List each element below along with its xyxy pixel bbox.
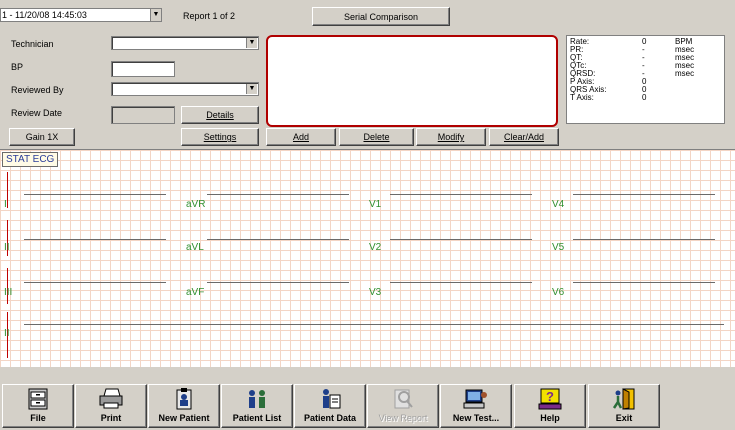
new-test-monitor-icon [463, 389, 487, 409]
patient-data-icon [323, 389, 341, 409]
exit-door-icon [612, 388, 635, 410]
file-button[interactable]: File [2, 384, 74, 428]
print-label: Print [100, 413, 122, 423]
lead-label-v2: V2 [369, 242, 382, 253]
bp-label: BP [11, 62, 24, 72]
top-bar: 1 - 11/20/08 14:45:03 ▼ Report 1 of 2 Se… [0, 5, 735, 26]
settings-label: Settings [203, 132, 237, 142]
serial-comparison-button[interactable]: Serial Comparison [312, 7, 450, 26]
technician-label: Technician [11, 39, 54, 49]
lead-label-v4: V4 [552, 199, 565, 210]
review-date-field [111, 106, 175, 124]
printer-icon [99, 388, 123, 409]
ecg-trace [573, 194, 715, 195]
exit-button[interactable]: Exit [588, 384, 660, 428]
new-patient-label: New Patient [158, 413, 210, 423]
delete-button[interactable]: Delete [339, 128, 414, 146]
reviewed-by-label: Reviewed By [11, 85, 64, 95]
technician-select[interactable]: ▼ [111, 36, 259, 50]
help-icon: ? [538, 388, 562, 410]
patient-list-label: Patient List [232, 413, 282, 423]
measurement-row: Rate: 0 BPM [570, 37, 693, 46]
settings-button[interactable]: Settings [181, 128, 259, 146]
lead-label-avr: aVR [186, 199, 206, 210]
measurement-row: T Axis: 0 [570, 93, 647, 102]
new-test-button[interactable]: New Test... [440, 384, 512, 428]
exit-label: Exit [615, 413, 633, 423]
new-patient-button[interactable]: New Patient [148, 384, 220, 428]
bottom-toolbar: File Print New Patient Patient List Pati… [0, 372, 735, 430]
chevron-down-icon[interactable]: ▼ [246, 84, 257, 94]
add-label: Add [292, 132, 309, 142]
details-label: Details [206, 110, 234, 120]
ecg-trace [24, 282, 166, 283]
help-label: Help [540, 413, 560, 423]
view-report-icon [394, 389, 413, 409]
new-test-label: New Test... [452, 413, 500, 423]
chevron-down-icon[interactable]: ▼ [150, 9, 161, 21]
help-button[interactable]: ? Help [514, 384, 586, 428]
gain-button[interactable]: Gain 1X [9, 128, 75, 146]
lead-label-i: I [4, 199, 7, 210]
ecg-trace [390, 194, 532, 195]
lead-label-v6: V6 [552, 287, 565, 298]
ecg-trace [207, 282, 349, 283]
report-select-value: 1 - 11/20/08 14:45:03 [2, 10, 87, 20]
view-report-button[interactable]: View Report [367, 384, 439, 428]
modify-button[interactable]: Modify [416, 128, 486, 146]
ecg-trace [390, 282, 532, 283]
details-button[interactable]: Details [181, 106, 259, 124]
report-select[interactable]: 1 - 11/20/08 14:45:03 ▼ [0, 8, 162, 22]
measurements-panel: Rate: 0 BPM PR: - msec QT: - msec QTc: - msec QR… [566, 35, 725, 124]
ecg-trace [207, 194, 349, 195]
chevron-down-icon[interactable]: ▼ [246, 38, 257, 48]
file-cabinet-icon [28, 388, 48, 410]
modify-label: Modify [437, 132, 465, 142]
clear-add-label: Clear/Add [503, 132, 545, 142]
measurement-row: QT: - msec [570, 53, 695, 62]
file-label: File [30, 413, 46, 423]
lead-label-v1: V1 [369, 199, 382, 210]
delete-label: Delete [363, 132, 390, 142]
patient-list-button[interactable]: Patient List [221, 384, 293, 428]
patient-data-label: Patient Data [303, 413, 356, 423]
bp-input[interactable] [111, 61, 175, 77]
ecg-grid: STAT ECG I aVR V1 V4 II aVL V2 V5 III aV… [0, 149, 735, 367]
calibration-marker [7, 172, 8, 208]
ecg-trace [24, 239, 166, 240]
add-button[interactable]: Add [266, 128, 336, 146]
patient-data-button[interactable]: Patient Data [294, 384, 366, 428]
view-report-label: View Report [378, 413, 428, 423]
clear-add-button[interactable]: Clear/Add [489, 128, 559, 146]
review-date-label: Review Date [11, 108, 63, 118]
lead-label-v5: V5 [552, 242, 565, 253]
lead-label-v3: V3 [369, 287, 382, 298]
ecg-trace [24, 194, 166, 195]
reviewed-by-select[interactable]: ▼ [111, 82, 259, 96]
ecg-trace [573, 239, 715, 240]
patient-list-icon [249, 390, 265, 408]
stat-ecg-tab[interactable]: STAT ECG [2, 152, 59, 167]
ecg-trace [207, 239, 349, 240]
svg-text:?: ? [546, 389, 554, 404]
lead-label-avl: aVL [186, 242, 204, 253]
report-notes-textarea[interactable] [266, 35, 558, 127]
lead-label-ii: II [4, 242, 10, 253]
measurement-row: PR: - msec [570, 45, 695, 54]
calibration-marker [7, 268, 8, 304]
ecg-trace [390, 239, 532, 240]
lead-label-avf: aVF [186, 287, 205, 298]
ecg-trace [573, 282, 715, 283]
lead-label-iii: III [4, 287, 13, 298]
report-count: Report 1 of 2 [183, 11, 236, 21]
lead-label-rhythm: II [4, 328, 10, 339]
rhythm-strip-trace [24, 324, 724, 325]
print-button[interactable]: Print [75, 384, 147, 428]
new-patient-clipboard-icon [176, 388, 192, 410]
